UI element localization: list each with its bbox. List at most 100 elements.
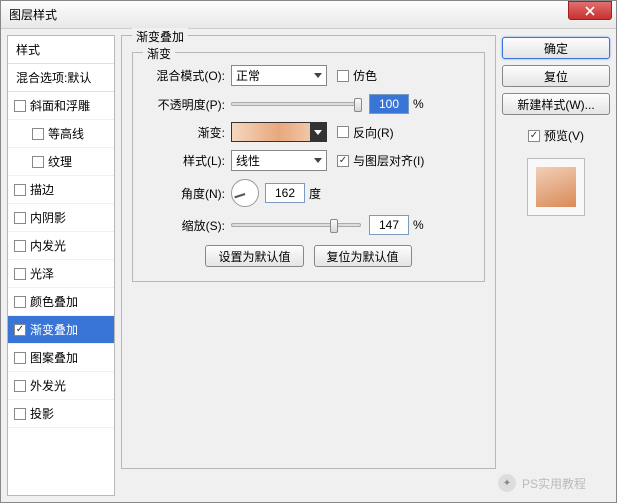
inner-legend: 渐变 bbox=[143, 45, 175, 62]
row-blend-mode: 混合模式(O): 正常 仿色 bbox=[143, 65, 474, 86]
opacity-label: 不透明度(P): bbox=[143, 96, 225, 113]
sidebar-item-stroke[interactable]: 描边 bbox=[8, 176, 114, 204]
gradient-picker[interactable] bbox=[231, 122, 327, 142]
blend-mode-select[interactable]: 正常 bbox=[231, 65, 327, 86]
row-gradient: 渐变: 反向(R) bbox=[143, 122, 474, 142]
checkbox-icon[interactable] bbox=[14, 212, 26, 224]
dither-label: 仿色 bbox=[353, 67, 377, 84]
content: 样式 混合选项:默认 斜面和浮雕 等高线 纹理 描边 内阴影 内发光 光泽 颜色… bbox=[1, 29, 616, 502]
sidebar-item-gradient-overlay[interactable]: 渐变叠加 bbox=[8, 316, 114, 344]
window-title: 图层样式 bbox=[9, 6, 568, 23]
sidebar-item-label: 投影 bbox=[30, 405, 54, 422]
reverse-checkbox[interactable]: 反向(R) bbox=[337, 124, 394, 141]
align-checkbox[interactable]: 与图层对齐(I) bbox=[337, 152, 424, 169]
checkbox-icon[interactable] bbox=[14, 380, 26, 392]
sidebar-item-label: 外发光 bbox=[30, 377, 66, 394]
sidebar-item-inner-shadow[interactable]: 内阴影 bbox=[8, 204, 114, 232]
checkbox-icon bbox=[337, 155, 349, 167]
sidebar-item-label: 内发光 bbox=[30, 237, 66, 254]
blend-mode-label: 混合模式(O): bbox=[143, 67, 225, 84]
row-angle: 角度(N): 162 度 bbox=[143, 179, 474, 207]
checkbox-icon[interactable] bbox=[14, 408, 26, 420]
checkbox-icon bbox=[528, 130, 540, 142]
checkbox-icon bbox=[337, 126, 349, 138]
sidebar-item-label: 颜色叠加 bbox=[30, 293, 78, 310]
close-icon bbox=[585, 6, 595, 16]
align-label: 与图层对齐(I) bbox=[353, 152, 424, 169]
sidebar-head[interactable]: 样式 bbox=[8, 36, 114, 64]
preview-label: 预览(V) bbox=[544, 127, 584, 144]
dither-checkbox[interactable]: 仿色 bbox=[337, 67, 377, 84]
chevron-down-icon bbox=[314, 73, 322, 78]
angle-unit: 度 bbox=[309, 185, 321, 202]
chevron-down-icon bbox=[314, 130, 322, 135]
gradient-dropdown-button[interactable] bbox=[310, 123, 326, 141]
main-panel: 渐变叠加 渐变 混合模式(O): 正常 仿色 bbox=[121, 35, 496, 496]
angle-dial[interactable] bbox=[231, 179, 259, 207]
sidebar-blend-defaults[interactable]: 混合选项:默认 bbox=[8, 64, 114, 92]
reset-default-button[interactable]: 复位为默认值 bbox=[314, 245, 412, 267]
new-style-button[interactable]: 新建样式(W)... bbox=[502, 93, 610, 115]
preview-swatch bbox=[527, 158, 585, 216]
checkbox-icon[interactable] bbox=[14, 296, 26, 308]
ok-button[interactable]: 确定 bbox=[502, 37, 610, 59]
gradient-fieldset: 渐变 混合模式(O): 正常 仿色 不透明度(P): bbox=[132, 52, 485, 282]
checkbox-icon[interactable] bbox=[14, 324, 26, 336]
watermark-text: PS实用教程 bbox=[522, 475, 586, 492]
style-label: 样式(L): bbox=[143, 152, 225, 169]
sidebar-item-satin[interactable]: 光泽 bbox=[8, 260, 114, 288]
gradient-overlay-fieldset: 渐变叠加 渐变 混合模式(O): 正常 仿色 bbox=[121, 35, 496, 469]
preview-checkbox[interactable]: 预览(V) bbox=[502, 127, 610, 144]
opacity-unit: % bbox=[413, 97, 424, 111]
checkbox-icon[interactable] bbox=[14, 268, 26, 280]
reverse-label: 反向(R) bbox=[353, 124, 394, 141]
checkbox-icon[interactable] bbox=[14, 240, 26, 252]
slider-thumb-icon[interactable] bbox=[354, 98, 362, 112]
checkbox-icon[interactable] bbox=[32, 156, 44, 168]
sidebar-item-label: 描边 bbox=[30, 181, 54, 198]
sidebar-item-label: 等高线 bbox=[48, 125, 84, 142]
style-sidebar: 样式 混合选项:默认 斜面和浮雕 等高线 纹理 描边 内阴影 内发光 光泽 颜色… bbox=[7, 35, 115, 496]
sidebar-item-label: 内阴影 bbox=[30, 209, 66, 226]
slider-thumb-icon[interactable] bbox=[330, 219, 338, 233]
scale-input[interactable]: 147 bbox=[369, 215, 409, 235]
sidebar-item-outer-glow[interactable]: 外发光 bbox=[8, 372, 114, 400]
watermark: ✦ PS实用教程 bbox=[498, 474, 586, 492]
sidebar-item-texture[interactable]: 纹理 bbox=[8, 148, 114, 176]
checkbox-icon bbox=[337, 70, 349, 82]
sidebar-item-contour[interactable]: 等高线 bbox=[8, 120, 114, 148]
sidebar-item-label: 图案叠加 bbox=[30, 349, 78, 366]
close-button[interactable] bbox=[568, 1, 612, 20]
right-column: 确定 复位 新建样式(W)... 预览(V) bbox=[502, 35, 610, 496]
wechat-icon: ✦ bbox=[498, 474, 516, 492]
sidebar-item-inner-glow[interactable]: 内发光 bbox=[8, 232, 114, 260]
sidebar-item-label: 光泽 bbox=[30, 265, 54, 282]
checkbox-icon[interactable] bbox=[14, 352, 26, 364]
row-scale: 缩放(S): 147 % bbox=[143, 215, 474, 235]
sidebar-item-color-overlay[interactable]: 颜色叠加 bbox=[8, 288, 114, 316]
style-select[interactable]: 线性 bbox=[231, 150, 327, 171]
checkbox-icon[interactable] bbox=[14, 184, 26, 196]
angle-input[interactable]: 162 bbox=[265, 183, 305, 203]
gradient-label: 渐变: bbox=[143, 124, 225, 141]
chevron-down-icon bbox=[314, 158, 322, 163]
style-value: 线性 bbox=[236, 152, 260, 169]
make-default-button[interactable]: 设置为默认值 bbox=[205, 245, 303, 267]
default-buttons-row: 设置为默认值 复位为默认值 bbox=[143, 245, 474, 267]
angle-label: 角度(N): bbox=[143, 185, 225, 202]
reset-button[interactable]: 复位 bbox=[502, 65, 610, 87]
opacity-slider[interactable] bbox=[231, 102, 361, 106]
layer-style-dialog: 图层样式 样式 混合选项:默认 斜面和浮雕 等高线 纹理 描边 内阴影 内发光 … bbox=[0, 0, 617, 503]
titlebar: 图层样式 bbox=[1, 1, 616, 29]
sidebar-item-label: 斜面和浮雕 bbox=[30, 97, 90, 114]
checkbox-icon[interactable] bbox=[32, 128, 44, 140]
sidebar-item-bevel[interactable]: 斜面和浮雕 bbox=[8, 92, 114, 120]
sidebar-item-drop-shadow[interactable]: 投影 bbox=[8, 400, 114, 428]
opacity-input[interactable]: 100 bbox=[369, 94, 409, 114]
gradient-preview-icon bbox=[536, 167, 576, 207]
scale-slider[interactable] bbox=[231, 223, 361, 227]
checkbox-icon[interactable] bbox=[14, 100, 26, 112]
blend-mode-value: 正常 bbox=[236, 67, 260, 84]
fieldset-legend: 渐变叠加 bbox=[132, 28, 188, 45]
sidebar-item-pattern-overlay[interactable]: 图案叠加 bbox=[8, 344, 114, 372]
